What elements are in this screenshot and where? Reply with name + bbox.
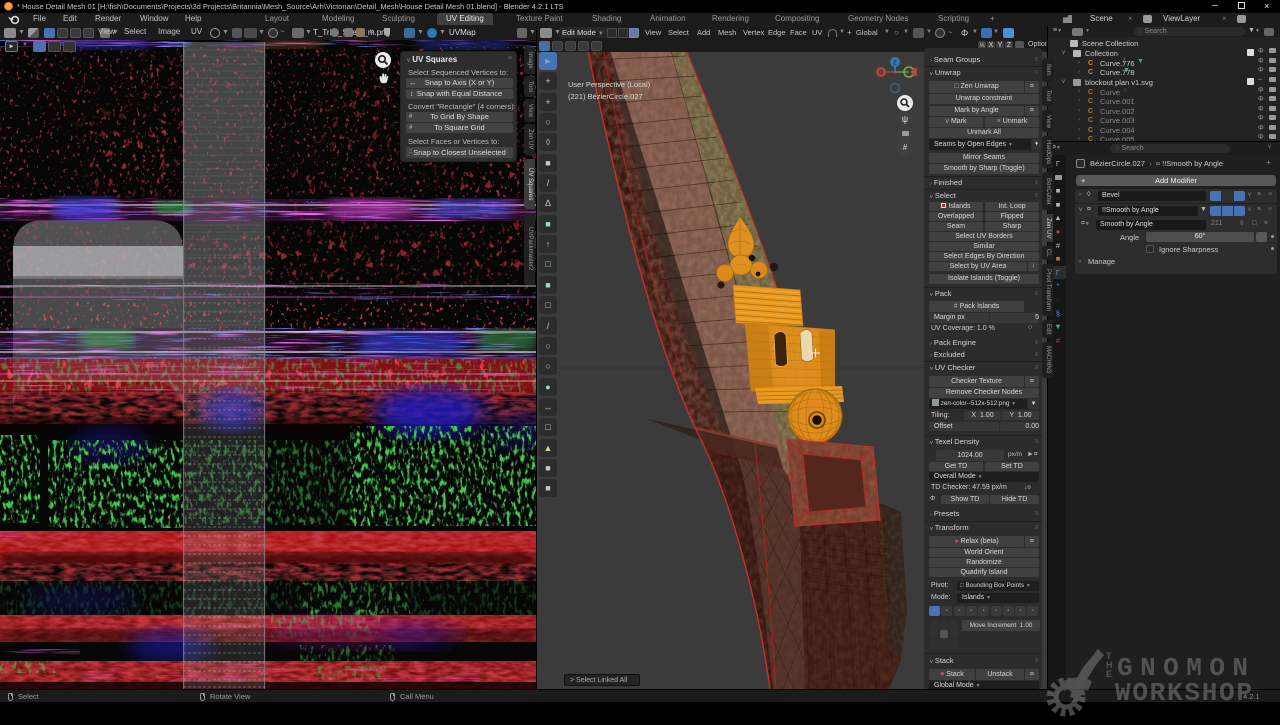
svg-text:Z: Z — [893, 61, 897, 67]
